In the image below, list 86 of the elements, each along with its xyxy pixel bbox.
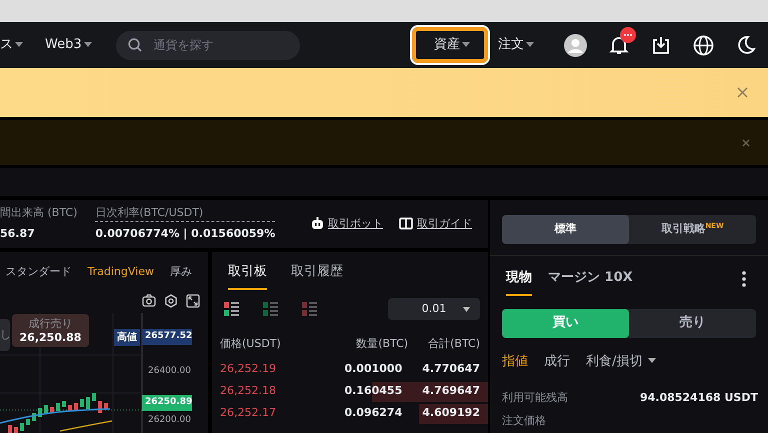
balance-value: 94.08524168 USDT bbox=[640, 390, 758, 406]
orderbook-tab[interactable]: 取引板 bbox=[228, 262, 267, 290]
mode-tab[interactable]: 標準 bbox=[502, 215, 629, 244]
table-cell-text: 0.160455 bbox=[344, 383, 402, 400]
table-cell-text: 26,252.18 bbox=[220, 383, 276, 400]
more-icon[interactable] bbox=[742, 271, 746, 287]
stat-label: 日次利率(BTC/USDT) bbox=[95, 204, 276, 222]
caret-icon bbox=[15, 42, 23, 48]
candle bbox=[50, 407, 54, 413]
axis-label: 26400.00 bbox=[148, 365, 191, 378]
balance-label: 利用可能残高 bbox=[502, 390, 568, 406]
camera-icon[interactable] bbox=[142, 294, 156, 307]
close-icon[interactable] bbox=[737, 87, 748, 98]
candle bbox=[104, 403, 108, 409]
chart-tab[interactable]: 厚み bbox=[170, 264, 192, 280]
column-header: 数量(BTC) bbox=[356, 336, 408, 352]
candle bbox=[86, 397, 90, 409]
caret-icon bbox=[463, 307, 470, 312]
candle bbox=[56, 403, 60, 411]
candle bbox=[92, 393, 96, 401]
tick-size-dropdown[interactable]: 0.01 bbox=[388, 298, 480, 320]
sell-button[interactable]: 成行売り 26,250.88 bbox=[12, 314, 89, 347]
settings-icon[interactable] bbox=[164, 294, 178, 308]
trade-link[interactable]: 取引ボット bbox=[311, 216, 383, 232]
price-label: 26250.89 bbox=[142, 395, 192, 410]
robot-icon bbox=[311, 217, 324, 230]
candle bbox=[8, 425, 12, 433]
order-type-tab[interactable]: 指値 bbox=[502, 352, 528, 371]
stat-value: 56.87 bbox=[0, 226, 36, 242]
notification-badge-icon bbox=[620, 27, 636, 43]
avatar-icon[interactable] bbox=[564, 34, 587, 56]
candle bbox=[20, 423, 24, 431]
caret-icon bbox=[648, 358, 656, 364]
caret-icon bbox=[84, 42, 92, 48]
table-cell-text: 26,252.19 bbox=[220, 361, 276, 378]
caret-icon bbox=[526, 42, 534, 48]
column-header: 合計(BTC) bbox=[428, 336, 480, 352]
nav-menu[interactable]: 資産 bbox=[412, 27, 488, 63]
candle bbox=[44, 405, 48, 413]
candle bbox=[98, 401, 102, 413]
trade-link[interactable]: 取引ガイド bbox=[399, 216, 472, 232]
table-cell-text: 0.001000 bbox=[344, 361, 402, 378]
stat-value: 0.00706774% | 0.01560059% bbox=[95, 226, 276, 242]
price-label: 26577.52 bbox=[142, 329, 192, 344]
candle bbox=[38, 408, 42, 417]
globe-icon[interactable] bbox=[693, 34, 714, 56]
bell-icon[interactable] bbox=[609, 35, 629, 55]
side-button[interactable]: 売り bbox=[629, 308, 756, 338]
fullscreen-icon[interactable] bbox=[186, 294, 200, 308]
book-icon bbox=[399, 217, 413, 230]
search-bar[interactable]: 通貨を探す bbox=[116, 30, 300, 60]
search-field[interactable]: 通貨を探す bbox=[152, 35, 272, 55]
high-label: 高値 bbox=[114, 329, 140, 346]
orderbook-tab[interactable]: 取引履歴 bbox=[291, 262, 343, 290]
column-header: 価格(USDT) bbox=[220, 336, 281, 352]
stat-label: 間出来高 (BTC) bbox=[0, 205, 78, 222]
close-icon[interactable] bbox=[742, 138, 750, 146]
chart-tab[interactable]: TradingView bbox=[88, 264, 154, 280]
candle bbox=[14, 427, 18, 433]
trade-tab[interactable]: マージン 10X bbox=[548, 267, 633, 296]
table-cell-text: 4.770647 bbox=[422, 361, 480, 378]
table-cell-text: 4.609192 bbox=[422, 405, 480, 422]
orderbook-view-icon[interactable] bbox=[224, 302, 239, 316]
candle bbox=[68, 405, 72, 411]
candle bbox=[74, 403, 78, 410]
table-cell-text: 26,252.17 bbox=[220, 405, 276, 422]
trade-tab[interactable]: 現物 bbox=[506, 267, 532, 296]
moon-icon[interactable] bbox=[736, 35, 756, 55]
candle bbox=[80, 399, 84, 407]
order-button[interactable]: し bbox=[0, 319, 10, 351]
download-icon[interactable] bbox=[651, 35, 671, 55]
nav-menu[interactable]: ス bbox=[0, 35, 23, 55]
nav-menu[interactable]: Web3 bbox=[45, 35, 92, 55]
order-type-tab[interactable]: 成行 bbox=[544, 352, 570, 371]
axis-label: 26200.00 bbox=[148, 414, 191, 427]
candle bbox=[62, 401, 66, 407]
candle bbox=[26, 419, 30, 425]
nav-menu[interactable]: 注文 bbox=[494, 35, 538, 55]
chart-tab[interactable]: スタンダード bbox=[6, 264, 72, 280]
table-cell-text: 4.769647 bbox=[422, 383, 480, 400]
search-icon bbox=[128, 38, 142, 52]
price-label: 注文価格 bbox=[502, 412, 547, 428]
candle bbox=[32, 413, 36, 421]
caret-icon bbox=[462, 42, 470, 48]
table-cell-text: 0.096274 bbox=[344, 405, 402, 422]
order-type-tab[interactable]: 利食/損切 bbox=[586, 352, 656, 371]
